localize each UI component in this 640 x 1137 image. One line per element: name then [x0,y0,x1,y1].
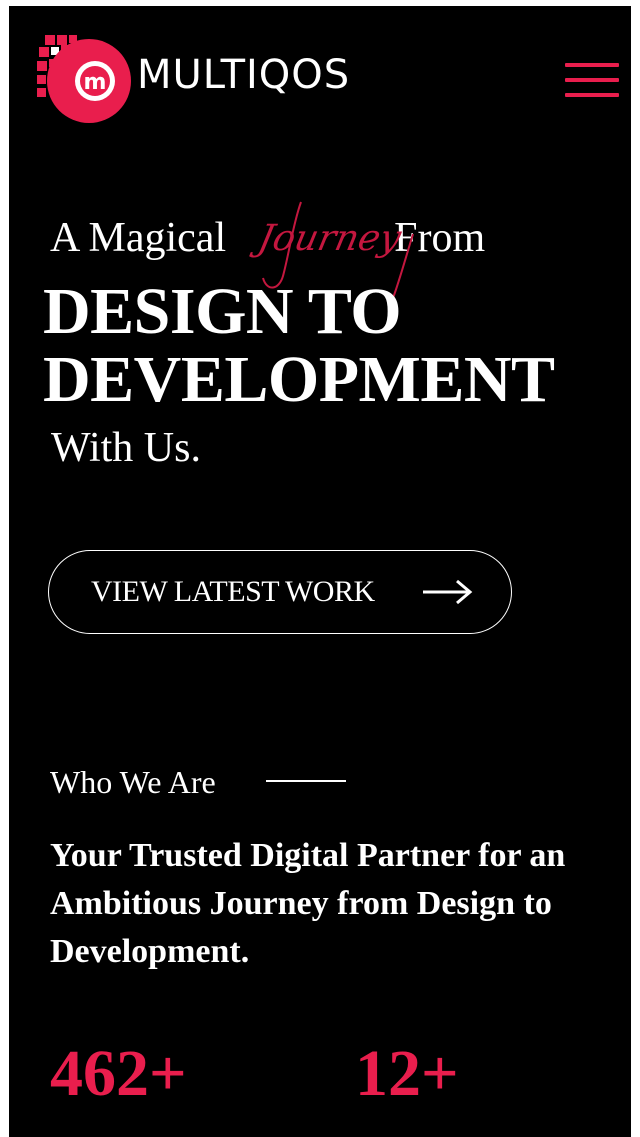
hamburger-bar [565,93,619,97]
hamburger-menu-button[interactable] [565,63,619,99]
brand-logo[interactable]: m MULTIQOS [37,33,377,125]
hero-headline-line1: DESIGN TO [43,275,402,348]
about-tagline: Your Trusted Digital Partner for an Ambi… [50,837,566,970]
hero-script-text: Journey [254,218,405,259]
hamburger-bar [565,63,619,67]
hero-trailing-text: With Us. [51,425,201,471]
arrow-right-icon [423,579,473,605]
svg-text:m: m [84,70,107,95]
brand-name: MULTIQOS [137,52,351,98]
hamburger-bar [565,78,619,82]
hero-lead-before: A Magical [50,215,227,261]
stat-value: 462+ [50,1037,187,1110]
multiqos-m-logo-icon: m [37,35,131,123]
eyebrow-divider [266,780,346,782]
page-screen: m MULTIQOS A Magical From Journey DESIGN … [9,6,631,1137]
view-latest-work-button[interactable]: VIEW LATEST WORK [48,550,512,634]
section-eyebrow: Who We Are [50,764,216,800]
hero-headline-line2: DEVELOPMENT [43,343,555,416]
cta-label: VIEW LATEST WORK [91,575,375,608]
stat-value: 12+ [355,1037,459,1110]
